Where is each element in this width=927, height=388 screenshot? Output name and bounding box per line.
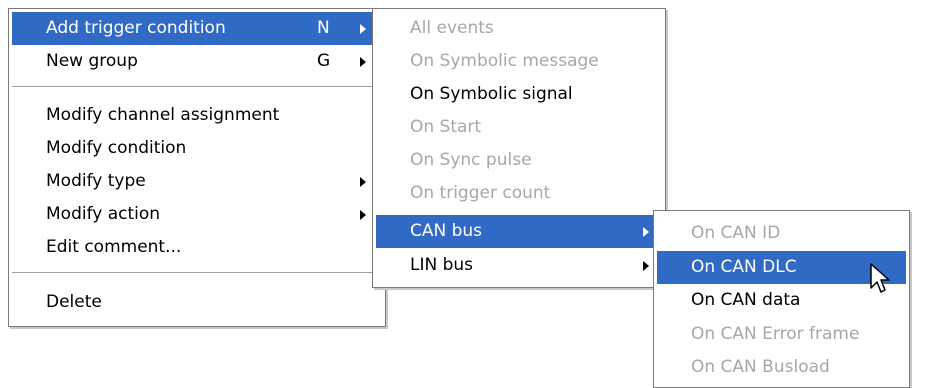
trigger-condition-submenu: All events On Symbolic message On Symbol… (372, 8, 666, 288)
menu-item-on-can-error-frame: On CAN Error frame (657, 318, 906, 351)
submenu-arrow-icon (643, 261, 649, 271)
menu-item-label: On CAN Busload (691, 357, 830, 377)
mouse-pointer-icon (870, 263, 890, 293)
menu-item-on-can-data[interactable]: On CAN data (657, 284, 906, 317)
menu-separator (12, 86, 382, 88)
menu-item-label: All events (410, 18, 494, 38)
menu-item-label: New group (46, 51, 138, 71)
submenu-arrow-icon (643, 227, 649, 237)
menu-separator (12, 272, 382, 274)
menu-item-label: On CAN DLC (691, 257, 797, 277)
menu-item-label: Modify action (46, 204, 161, 224)
menu-item-label: Modify channel assignment (46, 105, 280, 125)
menu-item-label: Modify type (46, 171, 146, 191)
menu-item-modify-action[interactable]: Modify action (12, 198, 382, 231)
menu-item-all-events: All events (376, 12, 662, 45)
menu-item-label: Add trigger condition (46, 18, 226, 38)
menu-item-label: Delete (46, 292, 102, 312)
menu-item-on-start: On Start (376, 111, 662, 144)
submenu-arrow-icon (360, 57, 366, 67)
submenu-arrow-icon (360, 24, 366, 34)
menu-item-new-group[interactable]: New group G (12, 45, 382, 78)
context-menu: Add trigger condition N New group G Modi… (8, 8, 386, 327)
menu-item-accelerator: N (317, 18, 330, 38)
menu-item-modify-channel-assignment[interactable]: Modify channel assignment (12, 99, 382, 132)
menu-item-label: On CAN ID (691, 223, 781, 243)
can-bus-submenu: On CAN ID On CAN DLC On CAN data On CAN … (653, 210, 910, 388)
menu-item-on-trigger-count: On trigger count (376, 177, 662, 210)
menu-item-add-trigger-condition[interactable]: Add trigger condition N (12, 12, 382, 45)
menu-item-label: Edit comment... (46, 237, 182, 257)
menu-item-edit-comment[interactable]: Edit comment... (12, 231, 382, 264)
menu-item-label: LIN bus (410, 255, 474, 275)
menu-item-can-bus[interactable]: CAN bus (376, 215, 662, 248)
menu-item-on-symbolic-message: On Symbolic message (376, 45, 662, 78)
menu-item-modify-type[interactable]: Modify type (12, 165, 382, 198)
menu-item-label: On Sync pulse (410, 150, 532, 170)
menu-item-label: On CAN Error frame (691, 324, 860, 344)
menu-item-on-can-busload: On CAN Busload (657, 351, 906, 384)
menu-item-on-can-dlc[interactable]: On CAN DLC (657, 251, 906, 284)
menu-item-label: On trigger count (410, 183, 551, 203)
menu-item-on-can-id: On CAN ID (657, 217, 906, 250)
menu-item-label: On CAN data (691, 290, 801, 310)
submenu-arrow-icon (360, 177, 366, 187)
menu-item-label: On Symbolic signal (410, 84, 573, 104)
menu-item-label: On Start (410, 117, 482, 137)
menu-item-label: Modify condition (46, 138, 187, 158)
menu-item-accelerator: G (317, 51, 331, 71)
menu-item-delete[interactable]: Delete (12, 286, 382, 319)
menu-item-label: CAN bus (410, 221, 483, 241)
menu-item-modify-condition[interactable]: Modify condition (12, 132, 382, 165)
submenu-arrow-icon (360, 210, 366, 220)
menu-item-on-symbolic-signal[interactable]: On Symbolic signal (376, 78, 662, 111)
menu-item-label: On Symbolic message (410, 51, 599, 71)
menu-item-lin-bus[interactable]: LIN bus (376, 249, 662, 282)
menu-item-on-sync-pulse: On Sync pulse (376, 144, 662, 177)
